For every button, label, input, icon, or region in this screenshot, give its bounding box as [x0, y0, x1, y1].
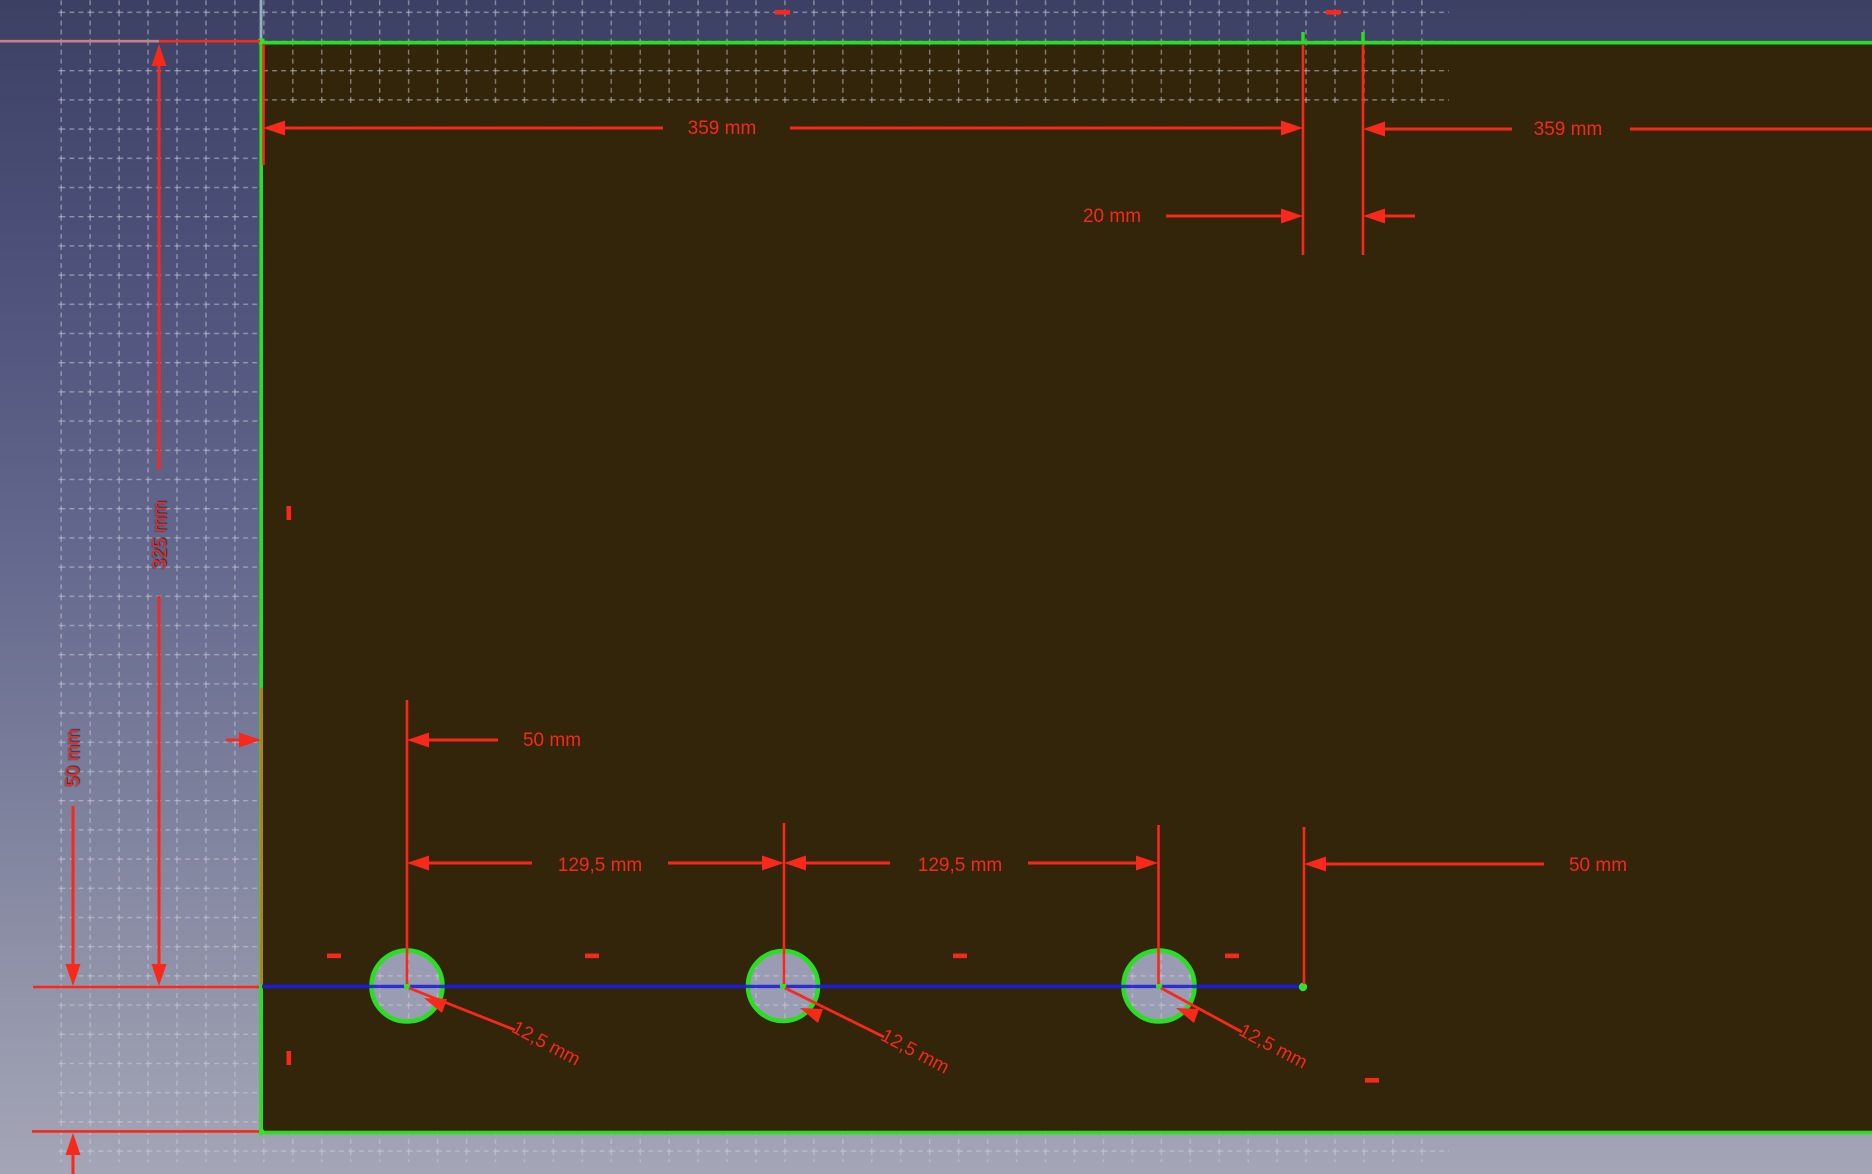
constraint-tick-icon [287, 506, 292, 520]
dim-label-hole-spacing-2[interactable]: 129,5 mm [890, 855, 1030, 877]
vertex-line-end[interactable] [1299, 983, 1307, 991]
constraint-tick-icon [585, 954, 599, 959]
sketch-grid-over-face [261, 41, 1449, 103]
constraint-tick-icon [1225, 954, 1239, 959]
constraint-tick-icon [953, 954, 967, 959]
sketch-scene [0, 0, 1872, 1174]
constraint-tick-icon [775, 10, 790, 15]
constraint-tick-icon [1365, 1078, 1379, 1083]
dim-label-plate-height[interactable]: 325 mm [150, 470, 172, 600]
dim-label-holes-bottom-offset[interactable]: 50 mm [63, 703, 85, 813]
dim-label-slot-gap[interactable]: 20 mm [1062, 206, 1162, 228]
dim-label-top-width-left[interactable]: 359 mm [662, 118, 782, 140]
part-face[interactable] [261, 41, 1872, 1132]
dim-label-hole1-from-left-edge[interactable]: 50 mm [502, 730, 602, 752]
cad-3d-viewport[interactable]: 359 mm 359 mm 20 mm 325 mm 50 mm 50 mm 1… [0, 0, 1872, 1174]
constraint-tick-icon [287, 1051, 292, 1065]
dim-label-hole-spacing-1[interactable]: 129,5 mm [530, 855, 670, 877]
constraint-tick-icon [1326, 10, 1341, 15]
constraint-tick-icon [327, 954, 341, 959]
dim-label-top-width-right[interactable]: 359 mm [1508, 119, 1628, 141]
dim-label-line-end-offset[interactable]: 50 mm [1548, 855, 1648, 877]
